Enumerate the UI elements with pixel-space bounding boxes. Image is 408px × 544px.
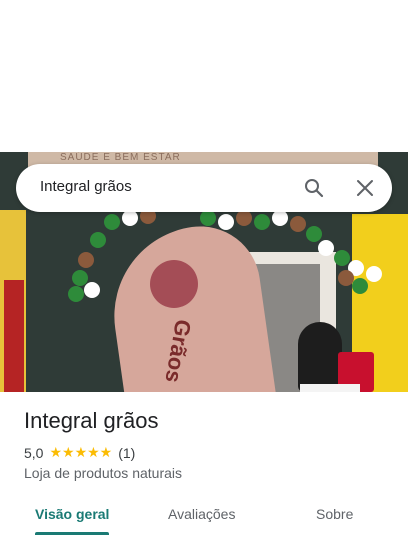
balloon (90, 232, 106, 248)
balloon (352, 278, 368, 294)
promo-flag-graphic (150, 260, 198, 308)
storefront-sign-text: SAÚDE E BEM ESTAR (60, 152, 181, 163)
balloon (84, 282, 100, 298)
balloon (318, 240, 334, 256)
balloon (200, 210, 216, 226)
star-rating-icons: ★★★★★ (49, 444, 113, 460)
blank-area (0, 0, 408, 152)
balloon (122, 210, 138, 226)
balloon (290, 216, 306, 232)
rating-row[interactable]: 5,0 ★★★★★ (1) (24, 444, 135, 461)
balloon (68, 286, 84, 302)
search-input[interactable]: Integral grãos (40, 178, 132, 195)
balloon (236, 210, 252, 226)
place-category[interactable]: Loja de produtos naturais (24, 465, 182, 481)
close-icon[interactable] (353, 176, 377, 200)
balloon (306, 226, 322, 242)
promo-flag (102, 218, 284, 392)
place-title: Integral grãos (24, 408, 159, 433)
search-icon[interactable] (302, 176, 326, 200)
review-count[interactable]: (1) (118, 445, 135, 461)
search-bar[interactable]: Integral grãos (16, 164, 392, 212)
balloon (254, 214, 270, 230)
tab-reviews[interactable]: Avaliações (168, 506, 235, 522)
balloon (218, 214, 234, 230)
balloon (366, 266, 382, 282)
rating-value: 5,0 (24, 444, 44, 461)
tab-selected-indicator (35, 532, 109, 535)
balloon (272, 210, 288, 226)
counter (300, 384, 360, 392)
tab-overview[interactable]: Visão geral (35, 506, 109, 522)
person (298, 322, 342, 392)
tab-bar: Visão geral Avaliações Sobre (0, 496, 408, 540)
tab-about[interactable]: Sobre (316, 506, 353, 522)
balloon (334, 250, 350, 266)
wall-left-red (4, 280, 24, 392)
balloon (78, 252, 94, 268)
balloon (104, 214, 120, 230)
